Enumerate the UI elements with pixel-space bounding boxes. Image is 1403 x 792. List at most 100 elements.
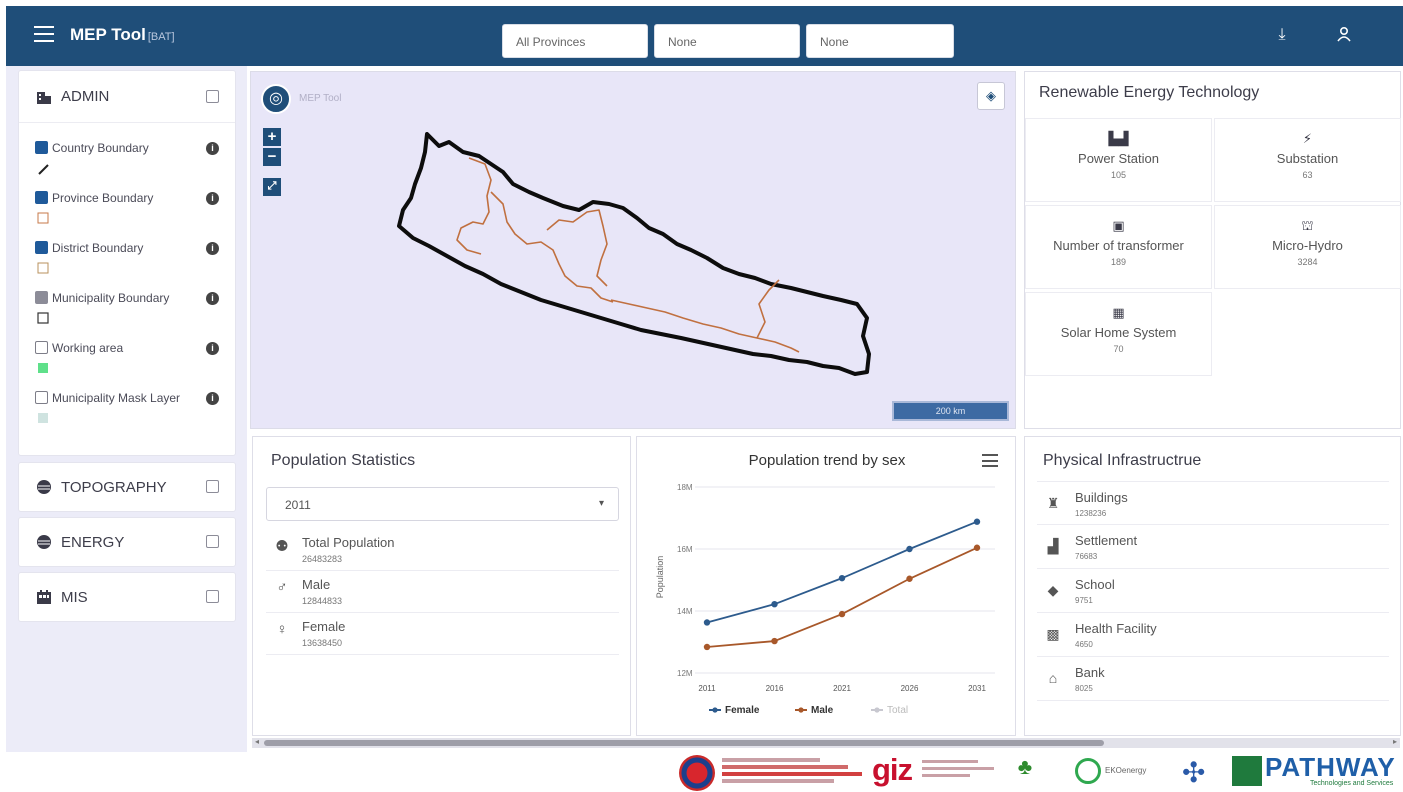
calendar-icon [35,588,53,606]
mis-header[interactable]: MIS [19,573,235,621]
district-select[interactable]: None [654,24,800,58]
energy-toggle-checkbox[interactable] [206,535,219,548]
line-symbol-icon [38,164,49,175]
energy-header[interactable]: ENERGY [19,518,235,566]
settlement-icon: ▟ [1047,538,1059,554]
info-icon[interactable]: i [206,142,219,155]
transformer-label: Number of transformer [1053,238,1184,253]
map-view[interactable]: ◎ MEP Tool + − ⤢ ◈ 200 km [250,71,1016,429]
micro-hydro-icon: ⛫ [1301,218,1314,233]
x-tick-label: 2021 [833,684,851,693]
energy-title: ENERGY [61,533,125,551]
health-facility-value: 4650 [1075,640,1093,649]
province-select[interactable]: All Provinces [502,24,648,58]
buildings-row[interactable]: ♜ Buildings 1238236 [1037,481,1389,525]
info-icon[interactable]: i [206,242,219,255]
working-area-checkbox[interactable] [35,341,48,354]
bank-row[interactable]: ⌂ Bank 8025 [1037,657,1389,701]
layer-country-boundary: Country Boundary i [19,133,235,183]
transformer-card[interactable]: ▣ Number of transformer 189 [1025,205,1212,289]
download-icon[interactable]: ⤓ [1272,26,1292,44]
municipality-boundary-checkbox[interactable] [35,291,48,304]
mis-toggle-checkbox[interactable] [206,590,219,603]
y-tick-label: 16M [677,545,693,554]
info-icon[interactable]: i [206,192,219,205]
population-title: Population Statistics [271,452,416,469]
renewable-energy-title: Renewable Energy Technology [1039,84,1260,101]
chart-legend: Female Male Total [709,705,908,716]
micro-hydro-label: Micro-Hydro [1272,238,1343,253]
buildings-label: Buildings [1075,490,1128,505]
school-row[interactable]: ◆ School 9751 [1037,569,1389,613]
school-label: School [1075,577,1115,592]
polygon-symbol-icon [37,262,49,274]
y-tick-labels: 18M 16M 14M 12M [677,483,693,678]
total-population-value: 26483283 [302,554,343,564]
bank-icon: ⌂ [1048,670,1058,686]
fill-symbol-icon [38,363,48,373]
topography-header[interactable]: TOPOGRAPHY [19,463,235,511]
scroll-right-icon[interactable]: ▸ [1393,737,1397,746]
country-boundary-checkbox[interactable] [35,141,48,154]
globe-icon [35,478,53,496]
fullscreen-icon[interactable]: ⤢ [263,178,281,196]
layer-municipality-boundary: Municipality Boundary i [19,283,235,333]
info-icon[interactable]: i [206,292,219,305]
micro-hydro-card[interactable]: ⛫ Micro-Hydro 3284 [1214,205,1401,289]
power-station-card[interactable]: ▙▟ Power Station 105 [1025,118,1212,202]
app-title[interactable]: MEP Tool [BAT] [70,25,175,45]
basemap-layers-icon[interactable]: ◈ [977,82,1005,110]
fill-symbol-icon [38,413,48,423]
power-station-value: 105 [1110,170,1127,180]
layer-municipality-mask: Municipality Mask Layer i [19,383,235,433]
scale-bar: 200 km [892,401,1009,421]
layer-label: District Boundary [52,241,144,255]
zoom-in-button[interactable]: + [263,128,281,146]
x-tick-labels: 2011 2016 2021 2026 2031 [698,684,986,693]
topography-toggle-checkbox[interactable] [206,480,219,493]
chart-grid [695,486,995,674]
female-value: 13638450 [302,638,343,648]
y-tick-label: 14M [677,607,693,616]
top-navbar: MEP Tool [BAT] All Provinces None None ⤓ [6,6,1403,66]
province-boundary-checkbox[interactable] [35,191,48,204]
legend-marker [712,707,718,713]
admin-header[interactable]: ADMIN [19,71,235,123]
scrollbar-thumb[interactable] [264,740,1104,746]
admin-toggle-checkbox[interactable] [206,90,219,103]
municipality-mask-checkbox[interactable] [35,391,48,404]
bank-label: Bank [1075,665,1105,680]
info-icon[interactable]: i [206,392,219,405]
solar-home-system-card[interactable]: ▦ Solar Home System 70 [1025,292,1212,376]
y-tick-label: 12M [677,669,693,678]
settlement-label: Settlement [1075,533,1138,548]
year-select[interactable]: 2011 ▾ [266,487,619,521]
layer-province-boundary: Province Boundary i [19,183,235,233]
giz-logo-text [922,760,1002,781]
legend-item-label: Total [887,705,908,716]
health-facility-row[interactable]: ▩ Health Facility 4650 [1037,613,1389,657]
health-facility-label: Health Facility [1075,621,1157,636]
legend-marker [874,707,880,713]
zoom-out-button[interactable]: − [263,148,281,166]
transformer-icon: ▣ [1112,218,1125,233]
buildings-value: 1238236 [1075,509,1107,518]
settlement-row[interactable]: ▟ Settlement 76683 [1037,525,1389,569]
info-icon[interactable]: i [206,342,219,355]
scroll-left-icon[interactable]: ◂ [255,737,259,746]
substation-card[interactable]: ⚡ Substation 63 [1214,118,1401,202]
chart-series [703,518,981,651]
horizontal-scrollbar[interactable]: ◂ ▸ [252,737,1400,748]
layer-label: Working area [52,341,124,355]
district-boundary-checkbox[interactable] [35,241,48,254]
bank-value: 8025 [1075,684,1093,693]
total-population-label: Total Population [302,535,395,550]
municipality-select[interactable]: None [806,24,954,58]
series-line-male [706,546,978,648]
admin-icon [35,88,53,106]
data-point-female [703,619,711,626]
hamburger-menu-icon[interactable] [34,26,54,42]
user-icon[interactable] [1334,26,1354,47]
series-line-female [706,520,978,624]
infrastructure-title: Physical Infrastructrue [1043,452,1202,469]
